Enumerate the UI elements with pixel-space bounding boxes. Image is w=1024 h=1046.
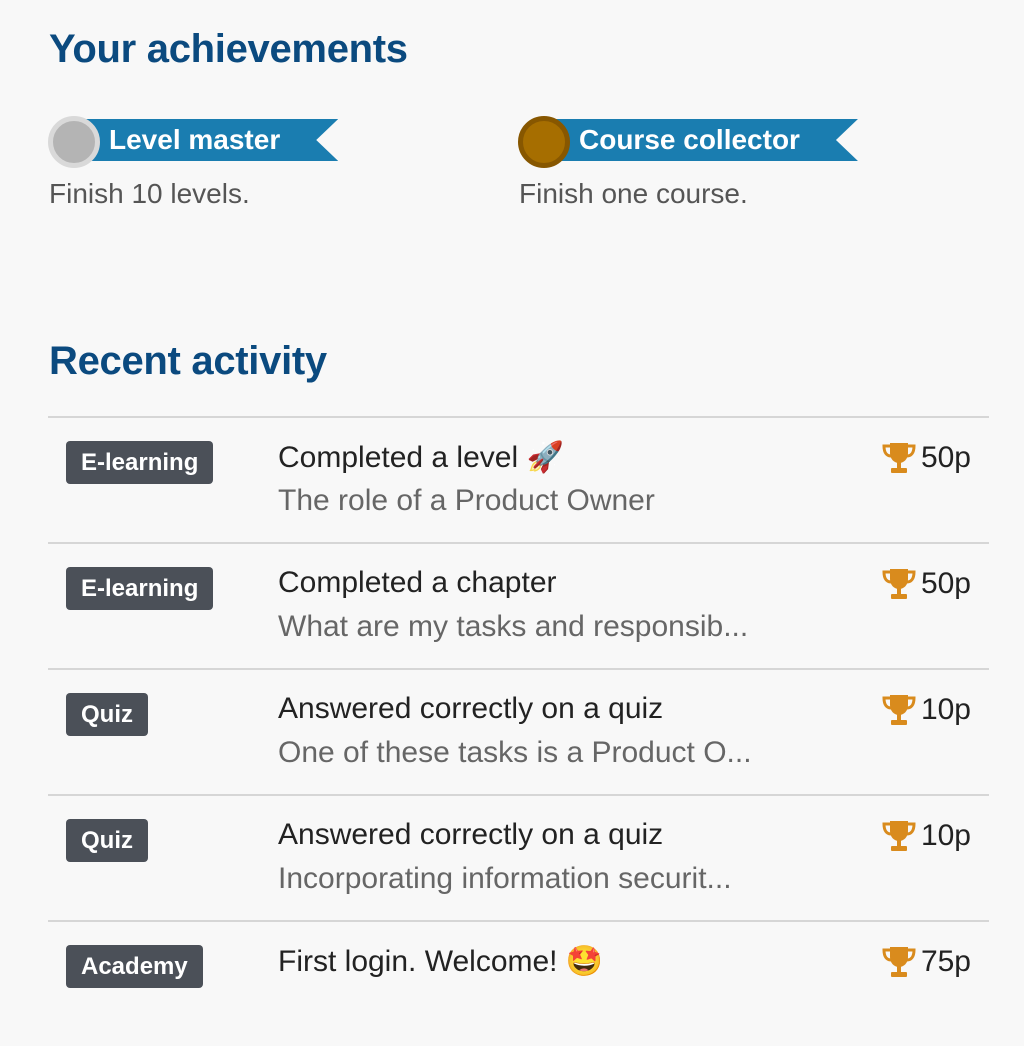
achievement-description: Finish 10 levels. xyxy=(49,178,250,209)
points-value: 50p xyxy=(920,567,971,600)
achievement-ribbon: Level master xyxy=(72,119,338,161)
activity-subtitle: Incorporating information securit... xyxy=(278,862,732,895)
activity-title: Answered correctly on a quiz xyxy=(278,692,663,726)
achievement-ribbon: Course collector xyxy=(542,119,858,161)
silver-medal-icon xyxy=(48,116,100,168)
activity-title: Answered correctly on a quiz xyxy=(278,818,663,852)
points-award: 10p xyxy=(881,693,971,727)
activity-subtitle: The role of a Product Owner xyxy=(278,484,655,517)
activity-title-text: First login. Welcome! xyxy=(278,945,558,978)
activity-subtitle: What are my tasks and responsib... xyxy=(278,610,749,643)
gold-medal-icon xyxy=(518,116,570,168)
trophy-icon xyxy=(882,569,916,599)
star-struck-emoji-icon: 🤩 xyxy=(565,945,604,978)
category-tag: Quiz xyxy=(66,693,148,736)
points-award: 75p xyxy=(881,945,971,979)
points-value: 10p xyxy=(920,693,971,726)
activity-row[interactable]: E-learning Completed a level 🚀 The role … xyxy=(48,418,989,544)
activity-row[interactable]: E-learning Completed a chapter What are … xyxy=(48,544,989,670)
activity-title-text: Answered correctly on a quiz xyxy=(278,692,664,725)
activity-title: First login. Welcome! 🤩 xyxy=(278,944,603,979)
activity-subtitle: One of these tasks is a Product O... xyxy=(278,736,752,769)
trophy-icon xyxy=(882,695,916,725)
trophy-icon xyxy=(882,821,916,851)
activity-title-text: Completed a chapter xyxy=(278,566,557,599)
trophy-icon xyxy=(882,947,916,977)
rocket-emoji-icon: 🚀 xyxy=(526,441,564,474)
points-value: 10p xyxy=(920,819,971,852)
activity-title: Completed a level 🚀 xyxy=(278,440,564,475)
activity-title-text: Answered correctly on a quiz xyxy=(278,818,664,851)
points-award: 50p xyxy=(881,567,971,601)
activity-title-text: Completed a level xyxy=(278,441,519,474)
activity-row[interactable]: Quiz Answered correctly on a quiz Incorp… xyxy=(48,796,989,922)
activity-row[interactable]: Quiz Answered correctly on a quiz One of… xyxy=(48,670,989,796)
activity-list: E-learning Completed a level 🚀 The role … xyxy=(48,416,989,1046)
category-tag: E-learning xyxy=(66,441,214,484)
points-value: 75p xyxy=(920,945,971,978)
points-award: 50p xyxy=(881,441,971,475)
achievement-description: Finish one course. xyxy=(519,178,748,209)
category-tag: E-learning xyxy=(66,567,214,610)
achievements-heading: Your achievements xyxy=(49,27,408,71)
points-award: 10p xyxy=(881,819,971,853)
category-tag: Quiz xyxy=(66,819,148,862)
category-tag: Academy xyxy=(66,945,203,988)
recent-activity-heading: Recent activity xyxy=(49,339,327,383)
points-value: 50p xyxy=(920,441,971,474)
trophy-icon xyxy=(882,443,916,473)
activity-row[interactable]: Academy First login. Welcome! 🤩 75p xyxy=(48,922,989,1046)
activity-title: Completed a chapter xyxy=(278,566,557,600)
